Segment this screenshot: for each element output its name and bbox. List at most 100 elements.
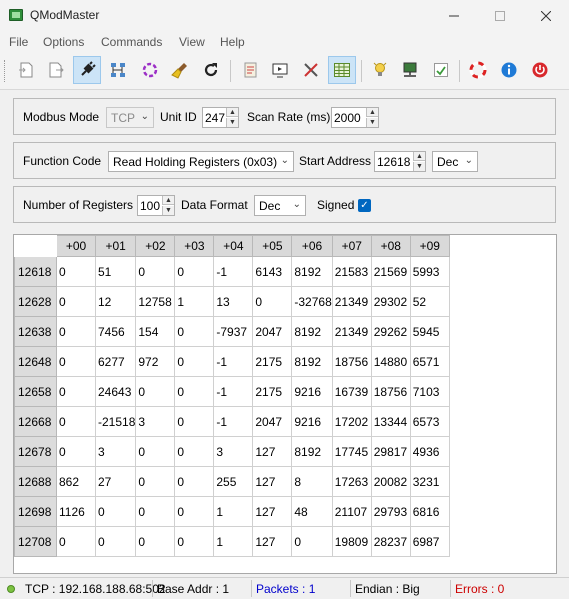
row-header[interactable]: 12698 xyxy=(14,496,57,527)
connect-button[interactable] xyxy=(73,56,101,84)
spin-up-icon[interactable]: ▲ xyxy=(366,108,378,117)
data-format-select[interactable]: Dec ⌄ xyxy=(254,195,306,216)
menu-file[interactable]: File xyxy=(9,35,28,49)
column-header[interactable]: +02 xyxy=(135,235,176,257)
register-cell[interactable]: 21107 xyxy=(331,496,372,527)
register-cell[interactable]: 21583 xyxy=(331,256,372,287)
unit-id-spinbox[interactable]: 247 ▲ ▼ xyxy=(202,107,239,128)
about-button[interactable] xyxy=(495,56,523,84)
register-cell[interactable]: 29793 xyxy=(370,496,411,527)
register-cell[interactable]: 3 xyxy=(94,436,137,467)
menu-view[interactable]: View xyxy=(179,35,205,49)
register-cell[interactable]: 9216 xyxy=(291,376,333,407)
exit-button[interactable] xyxy=(526,56,554,84)
row-header[interactable]: 12668 xyxy=(14,406,57,437)
display-button[interactable] xyxy=(266,56,294,84)
row-header[interactable]: 12628 xyxy=(14,286,57,317)
register-cell[interactable]: 21569 xyxy=(370,256,411,287)
register-cell[interactable]: 0 xyxy=(56,436,96,467)
register-cell[interactable]: 154 xyxy=(135,316,176,347)
scan-rate-spinbox[interactable]: 2000 ▲ ▼ xyxy=(331,107,379,128)
register-cell[interactable]: 0 xyxy=(135,496,176,527)
register-cell[interactable]: 5945 xyxy=(409,316,450,347)
register-cell[interactable]: -1 xyxy=(213,406,254,437)
register-cell[interactable]: -1 xyxy=(213,376,254,407)
register-cell[interactable]: 29262 xyxy=(370,316,411,347)
reset-counters-button[interactable] xyxy=(166,56,194,84)
row-header[interactable]: 12658 xyxy=(14,376,57,407)
register-cell[interactable]: 9216 xyxy=(291,406,333,437)
minimize-button[interactable] xyxy=(431,0,477,31)
chart-button[interactable] xyxy=(427,56,455,84)
menu-commands[interactable]: Commands xyxy=(101,35,162,49)
register-cell[interactable]: 127 xyxy=(252,496,293,527)
register-cell[interactable]: 0 xyxy=(56,316,96,347)
register-cell[interactable]: 3231 xyxy=(409,466,450,497)
register-cell[interactable]: 12758 xyxy=(135,286,176,317)
register-cell[interactable]: 2175 xyxy=(252,376,293,407)
register-cell[interactable]: 1 xyxy=(213,526,254,557)
register-cell[interactable]: 255 xyxy=(213,466,254,497)
close-button[interactable] xyxy=(523,0,569,31)
register-cell[interactable]: 6571 xyxy=(409,346,450,377)
menu-options[interactable]: Options xyxy=(43,35,84,49)
register-cell[interactable]: 862 xyxy=(56,466,96,497)
register-cell[interactable]: 0 xyxy=(174,376,215,407)
toolbar-grip[interactable] xyxy=(4,60,7,82)
register-cell[interactable]: 8192 xyxy=(291,436,333,467)
register-cell[interactable]: 7103 xyxy=(409,376,450,407)
headers-button[interactable] xyxy=(366,56,394,84)
bus-monitor-button[interactable] xyxy=(104,56,132,84)
register-cell[interactable]: 3 xyxy=(213,436,254,467)
register-cell[interactable]: 16739 xyxy=(331,376,372,407)
column-header[interactable]: +03 xyxy=(174,235,215,257)
spin-up-icon[interactable]: ▲ xyxy=(413,152,425,161)
register-cell[interactable]: 21349 xyxy=(331,316,372,347)
register-cell[interactable]: -32768 xyxy=(291,286,333,317)
row-header[interactable]: 12648 xyxy=(14,346,57,377)
register-cell[interactable]: 0 xyxy=(135,376,176,407)
register-cell[interactable]: 7456 xyxy=(94,316,137,347)
row-header[interactable]: 12688 xyxy=(14,466,57,497)
register-cell[interactable]: 972 xyxy=(135,346,176,377)
register-cell[interactable]: 18756 xyxy=(370,376,411,407)
register-cell[interactable]: 127 xyxy=(252,526,293,557)
spin-down-icon[interactable]: ▼ xyxy=(366,118,378,127)
row-header[interactable]: 12618 xyxy=(14,256,57,287)
function-code-select[interactable]: Read Holding Registers (0x03) ⌄ xyxy=(108,151,294,172)
register-cell[interactable]: 48 xyxy=(291,496,333,527)
register-cell[interactable]: 17745 xyxy=(331,436,372,467)
register-cell[interactable]: 0 xyxy=(252,286,293,317)
register-cell[interactable]: -21518 xyxy=(94,406,137,437)
register-cell[interactable]: 6816 xyxy=(409,496,450,527)
register-cell[interactable]: 0 xyxy=(174,406,215,437)
monitor-button[interactable] xyxy=(396,56,424,84)
register-cell[interactable]: 5993 xyxy=(409,256,450,287)
register-cell[interactable]: 13 xyxy=(213,286,254,317)
corner-header[interactable] xyxy=(14,235,57,257)
register-cell[interactable]: 27 xyxy=(94,466,137,497)
connect-doc-button[interactable] xyxy=(12,56,40,84)
register-cell[interactable]: 0 xyxy=(94,496,137,527)
register-cell[interactable]: 0 xyxy=(56,286,96,317)
register-cell[interactable]: 0 xyxy=(174,496,215,527)
register-cell[interactable]: 1126 xyxy=(56,496,96,527)
register-cell[interactable]: 0 xyxy=(135,436,176,467)
register-cell[interactable]: 0 xyxy=(56,256,96,287)
register-cell[interactable]: 4936 xyxy=(409,436,450,467)
spin-down-icon[interactable]: ▼ xyxy=(162,206,174,215)
read-write-button[interactable] xyxy=(197,56,225,84)
register-cell[interactable]: -7937 xyxy=(213,316,254,347)
register-cell[interactable]: 0 xyxy=(135,526,176,557)
register-cell[interactable]: 0 xyxy=(174,436,215,467)
register-cell[interactable]: -1 xyxy=(213,256,254,287)
register-cell[interactable]: 8192 xyxy=(291,316,333,347)
table-view-button[interactable] xyxy=(328,56,356,84)
register-cell[interactable]: 6143 xyxy=(252,256,293,287)
register-cell[interactable]: 0 xyxy=(135,256,176,287)
tools-button[interactable] xyxy=(297,56,325,84)
register-cell[interactable]: 28237 xyxy=(370,526,411,557)
register-cell[interactable]: 127 xyxy=(252,466,293,497)
spin-up-icon[interactable]: ▲ xyxy=(162,196,174,205)
column-header[interactable]: +09 xyxy=(409,235,450,257)
